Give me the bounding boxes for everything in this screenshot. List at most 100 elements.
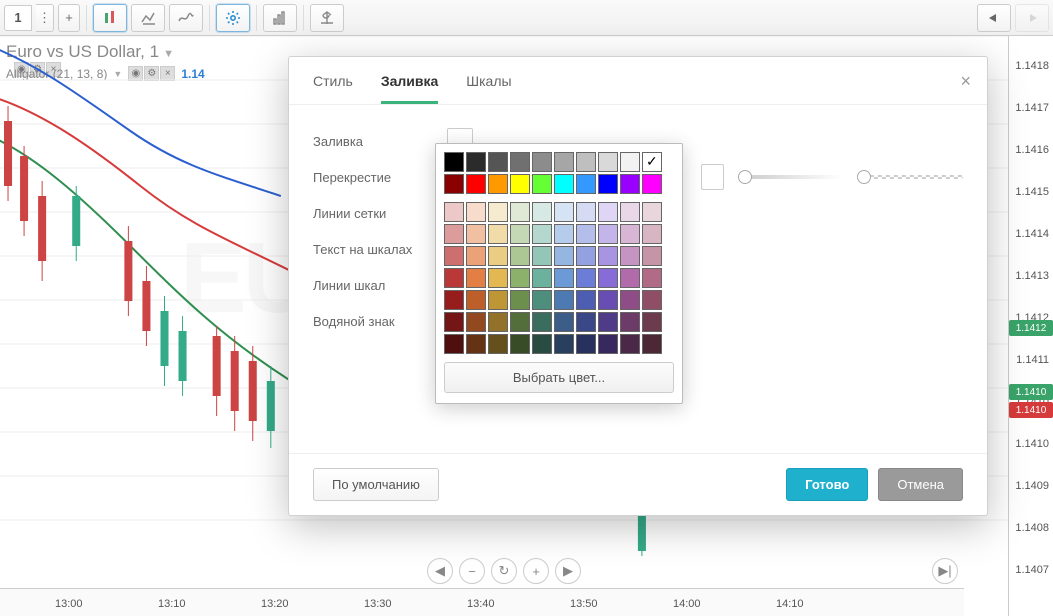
color-swatch[interactable] xyxy=(444,268,464,288)
color-swatch[interactable] xyxy=(532,152,552,172)
color-swatch[interactable] xyxy=(488,174,508,194)
crosshair-color-swatch[interactable] xyxy=(701,164,723,190)
color-swatch[interactable] xyxy=(510,334,530,354)
color-swatch[interactable] xyxy=(488,268,508,288)
color-swatch[interactable] xyxy=(620,174,640,194)
crosshair-opacity-slider[interactable] xyxy=(738,175,844,179)
default-button[interactable]: По умолчанию xyxy=(313,468,439,501)
color-swatch[interactable] xyxy=(488,334,508,354)
color-swatch[interactable] xyxy=(576,152,596,172)
color-swatch[interactable] xyxy=(510,224,530,244)
choose-color-button[interactable]: Выбрать цвет... xyxy=(444,362,674,393)
crosshair-opacity-slider-2[interactable] xyxy=(857,175,963,179)
color-swatch[interactable] xyxy=(598,334,618,354)
color-swatch[interactable] xyxy=(620,152,640,172)
color-swatch[interactable] xyxy=(444,246,464,266)
color-swatch[interactable] xyxy=(642,224,662,244)
color-swatch[interactable] xyxy=(642,290,662,310)
color-swatch[interactable] xyxy=(598,174,618,194)
indicators-icon[interactable] xyxy=(169,4,203,32)
color-swatch[interactable] xyxy=(620,312,640,332)
color-swatch[interactable] xyxy=(576,224,596,244)
color-swatch[interactable] xyxy=(642,202,662,222)
color-swatch[interactable] xyxy=(510,312,530,332)
color-swatch[interactable] xyxy=(620,246,640,266)
color-swatch[interactable] xyxy=(554,246,574,266)
color-swatch[interactable] xyxy=(598,290,618,310)
color-swatch[interactable] xyxy=(532,268,552,288)
color-swatch[interactable] xyxy=(488,246,508,266)
color-swatch[interactable] xyxy=(554,152,574,172)
tab-number[interactable]: 1 xyxy=(4,5,32,31)
color-swatch[interactable] xyxy=(466,202,486,222)
nav-left-icon[interactable]: ◀ xyxy=(427,558,453,584)
color-swatch[interactable] xyxy=(444,202,464,222)
tab-scales[interactable]: Шкалы xyxy=(466,73,511,104)
color-swatch[interactable] xyxy=(554,290,574,310)
color-swatch[interactable] xyxy=(466,152,486,172)
scroll-to-end-icon[interactable]: ▶| xyxy=(932,558,958,584)
color-swatch[interactable] xyxy=(642,312,662,332)
redo-icon[interactable] xyxy=(1015,4,1049,32)
color-swatch[interactable] xyxy=(642,152,662,172)
color-swatch[interactable] xyxy=(620,290,640,310)
color-swatch[interactable] xyxy=(554,312,574,332)
color-swatch[interactable] xyxy=(532,334,552,354)
color-swatch[interactable] xyxy=(488,312,508,332)
color-swatch[interactable] xyxy=(620,224,640,244)
color-swatch[interactable] xyxy=(466,334,486,354)
color-swatch[interactable] xyxy=(444,290,464,310)
color-swatch[interactable] xyxy=(510,268,530,288)
color-swatch[interactable] xyxy=(554,268,574,288)
nav-right-icon[interactable]: ▶ xyxy=(555,558,581,584)
color-swatch[interactable] xyxy=(466,268,486,288)
color-swatch[interactable] xyxy=(466,174,486,194)
zoom-out-icon[interactable]: − xyxy=(459,558,485,584)
color-swatch[interactable] xyxy=(554,224,574,244)
tab-menu-button[interactable]: ⋮ xyxy=(36,4,54,32)
color-swatch[interactable] xyxy=(554,334,574,354)
drawing-tools-icon[interactable] xyxy=(263,4,297,32)
color-swatch[interactable] xyxy=(598,312,618,332)
nav-reset-icon[interactable]: ↻ xyxy=(491,558,517,584)
color-swatch[interactable] xyxy=(620,268,640,288)
color-swatch[interactable] xyxy=(576,246,596,266)
cancel-button[interactable]: Отмена xyxy=(878,468,963,501)
zoom-in-icon[interactable]: + xyxy=(523,558,549,584)
color-swatch[interactable] xyxy=(444,152,464,172)
tab-fill[interactable]: Заливка xyxy=(381,73,438,104)
color-swatch[interactable] xyxy=(510,152,530,172)
color-swatch[interactable] xyxy=(510,246,530,266)
color-swatch[interactable] xyxy=(642,334,662,354)
color-swatch[interactable] xyxy=(532,202,552,222)
color-swatch[interactable] xyxy=(488,290,508,310)
color-swatch[interactable] xyxy=(598,152,618,172)
undo-icon[interactable] xyxy=(977,4,1011,32)
color-swatch[interactable] xyxy=(532,246,552,266)
color-swatch[interactable] xyxy=(576,202,596,222)
color-swatch[interactable] xyxy=(488,224,508,244)
color-swatch[interactable] xyxy=(510,174,530,194)
scales-icon[interactable] xyxy=(310,4,344,32)
color-swatch[interactable] xyxy=(598,224,618,244)
color-swatch[interactable] xyxy=(642,246,662,266)
color-swatch[interactable] xyxy=(532,290,552,310)
done-button[interactable]: Готово xyxy=(786,468,868,501)
color-swatch[interactable] xyxy=(642,174,662,194)
color-swatch[interactable] xyxy=(642,268,662,288)
color-swatch[interactable] xyxy=(598,202,618,222)
candlestick-icon[interactable] xyxy=(93,4,127,32)
close-icon[interactable]: × xyxy=(960,71,971,92)
color-swatch[interactable] xyxy=(576,312,596,332)
color-swatch[interactable] xyxy=(466,312,486,332)
color-swatch[interactable] xyxy=(444,312,464,332)
color-swatch[interactable] xyxy=(444,334,464,354)
color-swatch[interactable] xyxy=(444,174,464,194)
color-swatch[interactable] xyxy=(620,334,640,354)
color-swatch[interactable] xyxy=(510,202,530,222)
color-swatch[interactable] xyxy=(532,174,552,194)
color-swatch[interactable] xyxy=(576,174,596,194)
color-swatch[interactable] xyxy=(466,246,486,266)
settings-icon[interactable] xyxy=(216,4,250,32)
color-swatch[interactable] xyxy=(488,202,508,222)
